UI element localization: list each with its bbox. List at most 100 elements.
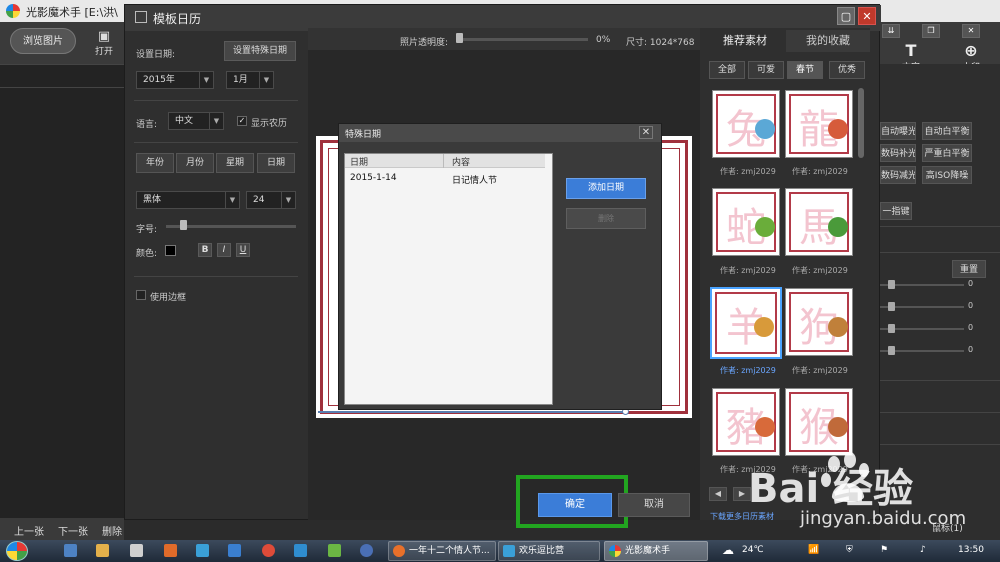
- taskbar-task-browser[interactable]: 一年十二个情人节...: [388, 541, 496, 561]
- panel-divider: [880, 412, 1000, 413]
- show-desktop-icon[interactable]: [64, 544, 77, 557]
- app-icon[interactable]: [164, 544, 177, 557]
- list-header: 日期 内容: [345, 154, 545, 168]
- prev-image-button[interactable]: 上一张: [14, 523, 44, 538]
- segment-year[interactable]: 年份: [136, 153, 174, 173]
- adjust-slider-knob[interactable]: [888, 302, 895, 311]
- segment-month[interactable]: 月份: [176, 153, 214, 173]
- bold-button[interactable]: B: [198, 243, 212, 257]
- material-thumb[interactable]: 猴: [785, 388, 853, 456]
- search-icon[interactable]: [228, 544, 241, 557]
- open-button[interactable]: ▣ 打开: [92, 30, 116, 58]
- set-special-date-button[interactable]: 设置特殊日期: [224, 41, 296, 61]
- material-thumb[interactable]: 狗: [785, 288, 853, 356]
- adjust-slider-knob[interactable]: [888, 346, 895, 355]
- material-author: 作者: zmj2029: [720, 366, 776, 375]
- taskbar-task-video[interactable]: 欢乐逗比营: [498, 541, 600, 561]
- video-icon: [503, 545, 515, 557]
- add-date-button[interactable]: 添加日期: [566, 178, 646, 199]
- chevron-down-icon: ▼: [259, 72, 273, 88]
- font-size-slider-knob[interactable]: [180, 220, 187, 230]
- high-iso-denoise-button[interactable]: 高ISO降噪: [922, 166, 972, 184]
- category-cute[interactable]: 可爱: [748, 61, 784, 79]
- auto-exposure-button[interactable]: 自动曝光: [880, 122, 916, 140]
- slider-value: 0: [968, 345, 974, 354]
- app-icon[interactable]: [196, 544, 209, 557]
- material-thumb[interactable]: 蛇: [712, 188, 780, 256]
- browse-images-button[interactable]: 浏览图片: [10, 28, 76, 54]
- browser-icon[interactable]: [262, 544, 275, 557]
- show-lunar-checkbox[interactable]: ✓: [237, 116, 247, 126]
- category-spring[interactable]: 春节: [787, 61, 823, 79]
- shield-icon[interactable]: ⛨: [846, 545, 853, 555]
- language-select[interactable]: 中文 ▼: [168, 112, 224, 130]
- panel-divider: [880, 226, 1000, 227]
- material-thumb[interactable]: 馬: [785, 188, 853, 256]
- material-thumb[interactable]: 豬: [712, 388, 780, 456]
- strong-white-balance-button[interactable]: 严重白平衡: [922, 144, 972, 162]
- close-icon[interactable]: ✕: [858, 7, 876, 25]
- toolbar-restore-icon[interactable]: ❐: [922, 24, 940, 38]
- ok-button[interactable]: 确定: [538, 493, 612, 517]
- delete-image-button[interactable]: 删除: [102, 523, 122, 538]
- next-image-button[interactable]: 下一张: [58, 523, 88, 538]
- flag-icon[interactable]: ⚑: [880, 545, 888, 555]
- material-thumb[interactable]: 兔: [712, 90, 780, 158]
- category-all[interactable]: 全部: [709, 61, 745, 79]
- material-thumb[interactable]: 龍: [785, 90, 853, 158]
- tab-favorites[interactable]: 我的收藏: [786, 30, 870, 52]
- app-icon[interactable]: [328, 544, 341, 557]
- taskbar-task-neoimaging[interactable]: 光影魔术手: [604, 541, 708, 561]
- delete-date-button[interactable]: 删除: [566, 208, 646, 229]
- prev-page-icon[interactable]: ◀: [709, 487, 727, 501]
- app-icon[interactable]: [294, 544, 307, 557]
- one-touch-button[interactable]: 一指键: [880, 202, 912, 220]
- opacity-label: 照片透明度:: [400, 38, 449, 48]
- opacity-slider-knob[interactable]: [456, 33, 463, 43]
- close-icon[interactable]: ✕: [639, 126, 653, 139]
- auto-white-balance-button[interactable]: 自动白平衡: [922, 122, 972, 140]
- material-thumb-selected[interactable]: 羊: [710, 287, 782, 359]
- month-select[interactable]: 1月 ▼: [226, 71, 274, 89]
- digital-fill-light-button[interactable]: 数码补光: [880, 144, 916, 162]
- image-nav-bar: 上一张 下一张 删除: [0, 518, 124, 540]
- use-border-checkbox[interactable]: [136, 290, 146, 300]
- column-header-content[interactable]: 内容: [452, 155, 470, 168]
- underline-button[interactable]: U: [236, 243, 250, 257]
- column-header-date[interactable]: 日期: [350, 155, 368, 168]
- zodiac-icon: [828, 217, 848, 237]
- weather-cloud-icon[interactable]: ☁: [722, 543, 734, 557]
- chevron-down-icon: ▼: [225, 192, 239, 208]
- tab-recommended[interactable]: 推荐素材: [706, 30, 784, 52]
- year-select[interactable]: 2015年 ▼: [136, 71, 214, 89]
- toolbar-down-icon[interactable]: ⇊: [882, 24, 900, 38]
- app-icon[interactable]: [130, 544, 143, 557]
- materials-scrollbar[interactable]: [858, 88, 864, 158]
- italic-button[interactable]: I: [217, 243, 231, 257]
- segment-date[interactable]: 日期: [257, 153, 295, 173]
- chevron-down-icon: ▼: [281, 192, 295, 208]
- special-dates-title: 特殊日期: [345, 130, 382, 140]
- adjust-slider-knob[interactable]: [888, 324, 895, 333]
- zodiac-icon: [755, 417, 775, 437]
- media-player-icon[interactable]: [360, 544, 373, 557]
- category-excellent[interactable]: 优秀: [829, 61, 865, 79]
- segment-weekday[interactable]: 星期: [216, 153, 254, 173]
- minimize-icon[interactable]: ▢: [837, 7, 855, 25]
- adjust-slider-knob[interactable]: [888, 280, 895, 289]
- opacity-slider-track[interactable]: [458, 38, 588, 41]
- volume-icon[interactable]: ♪: [920, 545, 926, 555]
- use-border-label: 使用边框: [150, 293, 187, 303]
- color-swatch[interactable]: [165, 245, 176, 256]
- reset-button[interactable]: 重置: [952, 260, 986, 278]
- file-explorer-icon[interactable]: [96, 544, 109, 557]
- row-content: 日记情人节: [452, 176, 498, 186]
- toolbar-close-icon[interactable]: ✕: [962, 24, 980, 38]
- digital-dim-button[interactable]: 数码减光: [880, 166, 916, 184]
- app-logo-icon: [6, 4, 20, 18]
- font-select[interactable]: 黑体 ▼: [136, 191, 240, 209]
- font-size-select[interactable]: 24 ▼: [246, 191, 296, 209]
- network-icon[interactable]: 📶: [808, 545, 819, 555]
- cancel-button[interactable]: 取消: [618, 493, 690, 517]
- start-button[interactable]: [6, 541, 28, 561]
